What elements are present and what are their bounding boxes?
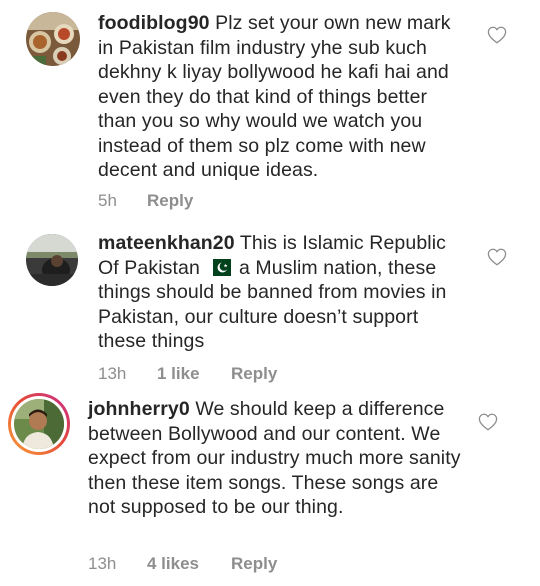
likes-count[interactable]: 1 like [157,364,200,384]
comment-meta: 13h 4 likes Reply [88,554,388,574]
profile-photo-avatar-icon [26,234,78,286]
comment-body: Plz set your own new mark in Pakistan fi… [98,12,451,181]
profile-photo-avatar-icon [14,399,64,449]
like-button[interactable] [478,413,498,431]
heart-outline-icon [478,413,498,431]
comment-username[interactable]: johnherry0 [88,398,190,420]
comment-text: foodiblog90 Plz set your own new mark in… [98,11,470,183]
comment-username[interactable]: mateenkhan20 [98,232,235,254]
likes-count[interactable]: 4 likes [147,554,199,574]
pakistan-flag-icon [207,258,232,276]
heart-outline-icon [487,26,507,44]
comment-meta: 13h 1 like Reply [98,364,398,384]
comment-timestamp: 5h [98,191,117,210]
comment-username[interactable]: foodiblog90 [98,12,210,34]
reply-button[interactable]: Reply [147,191,193,211]
heart-outline-icon [487,248,507,266]
avatar[interactable] [26,234,78,286]
reply-button[interactable]: Reply [231,364,277,384]
comment-item: foodiblog90 Plz set your own new mark in… [0,0,540,220]
comment-meta: 5h Reply [98,191,398,211]
comment-text: mateenkhan20 This is Islamic Republic Of… [98,231,470,354]
avatar[interactable] [26,12,80,66]
like-button[interactable] [487,26,507,44]
comment-item: mateenkhan20 This is Islamic Republic Of… [0,224,540,384]
comment-text: johnherry0 We should keep a difference b… [88,397,470,520]
comment-timestamp: 13h [98,364,127,383]
comment-timestamp: 13h [88,554,117,573]
comment-item: johnherry0 We should keep a difference b… [0,390,540,586]
avatar[interactable] [8,393,70,455]
reply-button[interactable]: Reply [231,554,277,574]
like-button[interactable] [487,248,507,266]
food-photo-avatar-icon [26,12,80,66]
